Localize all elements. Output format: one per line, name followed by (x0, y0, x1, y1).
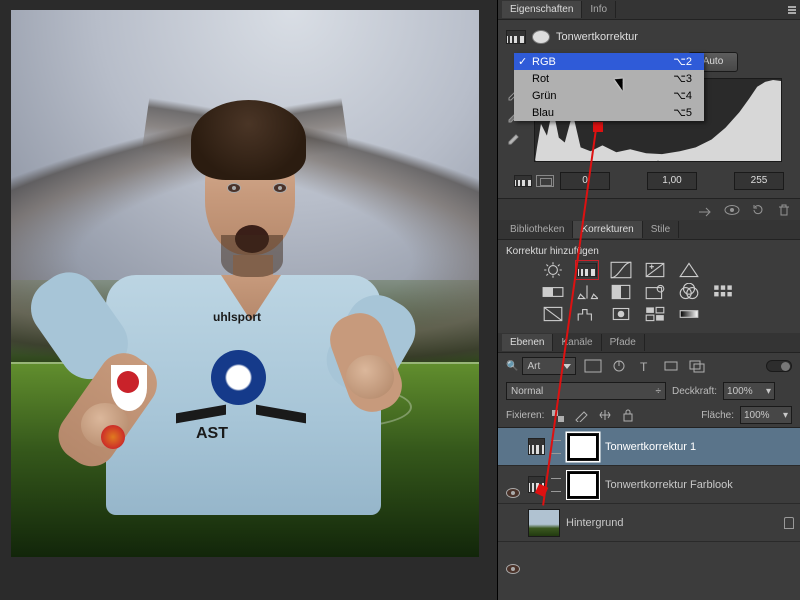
levels-glyph-icon (514, 175, 532, 187)
eye-icon (506, 564, 520, 574)
selective-color-icon[interactable] (644, 305, 666, 323)
tab-styles[interactable]: Stile (643, 221, 679, 238)
channel-option-rgb[interactable]: ✓ RGB ⌥2 (514, 53, 704, 70)
levels-adjust-icon[interactable] (576, 261, 598, 279)
jersey-sponsor: AST (196, 425, 228, 443)
color-balance-icon[interactable] (576, 283, 598, 301)
hue-saturation-icon[interactable] (542, 283, 564, 301)
layer-mask-thumb[interactable] (567, 433, 599, 461)
adjustment-type-icon (528, 438, 545, 455)
panel-menu-icon[interactable] (786, 4, 798, 16)
tab-properties[interactable]: Eigenschaften (502, 1, 582, 18)
mask-icon[interactable] (532, 30, 550, 44)
lock-pixels-icon[interactable] (573, 408, 591, 422)
visibility-icon[interactable] (724, 203, 740, 217)
tab-channels[interactable]: Kanäle (553, 334, 601, 351)
tab-adjustments[interactable]: Korrekturen (573, 221, 642, 238)
filter-type-icon[interactable]: T (636, 359, 654, 373)
search-icon: 🔍 (506, 361, 518, 372)
levels-icon (506, 30, 526, 44)
filter-pixel-icon[interactable] (584, 359, 602, 373)
threshold-icon[interactable] (610, 305, 632, 323)
white-eyedropper-icon[interactable] (506, 129, 522, 145)
black-point-slider[interactable] (534, 160, 540, 162)
jersey-brand: uhlsport (213, 310, 261, 324)
blend-mode-select[interactable]: Normal ÷ (506, 382, 666, 400)
chevron-down-icon (563, 364, 571, 369)
visibility-toggle[interactable] (504, 440, 522, 453)
exposure-icon[interactable] (644, 261, 666, 279)
clip-icon[interactable] (536, 175, 554, 187)
vibrance-icon[interactable] (678, 261, 700, 279)
league-badge (111, 365, 147, 411)
layer-name[interactable]: Tonwertkorrektur 1 (605, 441, 696, 453)
composite-image: uhlsport AST (11, 10, 479, 557)
photo-filter-icon[interactable] (644, 283, 666, 301)
fill-input[interactable]: 100%▾ (740, 406, 792, 424)
filter-adjust-icon[interactable] (610, 359, 628, 373)
reset-icon[interactable] (750, 203, 766, 217)
tab-info[interactable]: Info (582, 1, 616, 18)
club-badge (211, 350, 266, 405)
filter-shape-icon[interactable] (662, 359, 680, 373)
lock-label: Fixieren: (506, 410, 544, 421)
channel-dropdown[interactable]: ✓ RGB ⌥2 Rot ⌥3 Grün ⌥4 (514, 53, 682, 71)
invert-icon[interactable] (542, 305, 564, 323)
color-lookup-icon[interactable] (712, 283, 734, 301)
filter-toggle[interactable] (766, 360, 792, 372)
layer-row[interactable]: Hintergrund (498, 504, 800, 542)
channel-option-red[interactable]: Rot ⌥3 (514, 70, 704, 87)
lock-icon (784, 517, 794, 529)
visibility-toggle[interactable] (504, 516, 522, 529)
annotation-arrow-head (593, 122, 603, 132)
channel-option-blue[interactable]: Blau ⌥5 (514, 104, 704, 121)
mid-point-input[interactable]: 1,00 (647, 172, 697, 190)
lock-position-icon[interactable] (596, 408, 614, 422)
fill-label: Fläche: (701, 410, 734, 421)
svg-text:T: T (640, 360, 648, 373)
tab-paths[interactable]: Pfade (602, 334, 645, 351)
sleeve-sponsor (101, 425, 125, 449)
tab-libraries[interactable]: Bibliotheken (502, 221, 573, 238)
layer-list: Tonwertkorrektur 1 Tonwertkorrektur Farb… (498, 427, 800, 542)
adjustments-heading: Korrektur hinzufügen (506, 246, 792, 257)
mid-point-slider[interactable] (653, 160, 663, 162)
filter-smart-icon[interactable] (688, 359, 706, 373)
sponsor-wings (176, 405, 306, 427)
channel-mixer-icon[interactable] (678, 283, 700, 301)
properties-tabbar: Eigenschaften Info (498, 0, 800, 20)
eye-icon (506, 488, 520, 498)
layer-thumb[interactable] (528, 509, 560, 537)
layer-filter-kind[interactable]: Art (522, 357, 576, 375)
document-canvas[interactable]: uhlsport AST (0, 0, 497, 600)
clip-to-layer-icon[interactable] (698, 203, 714, 217)
posterize-icon[interactable] (576, 305, 598, 323)
black-point-input[interactable]: 0 (560, 172, 610, 190)
opacity-input[interactable]: 100%▾ (723, 382, 775, 400)
adjustment-title: Tonwertkorrektur (556, 31, 638, 43)
curves-icon[interactable] (610, 261, 632, 279)
lock-all-icon[interactable] (619, 408, 637, 422)
gradient-map-icon[interactable] (678, 305, 700, 323)
layer-name[interactable]: Hintergrund (566, 517, 623, 529)
tab-layers[interactable]: Ebenen (502, 334, 553, 351)
white-point-input[interactable]: 255 (734, 172, 784, 190)
opacity-label: Deckkraft: (672, 386, 717, 397)
channel-dropdown-menu: ✓ RGB ⌥2 Rot ⌥3 Grün ⌥4 (514, 53, 704, 121)
channel-option-green[interactable]: Grün ⌥4 (514, 87, 704, 104)
check-icon: ✓ (518, 55, 527, 68)
layer-mask-thumb[interactable] (567, 471, 599, 499)
trash-icon[interactable] (776, 203, 792, 217)
properties-footer (498, 198, 800, 220)
link-icon[interactable] (551, 478, 561, 492)
white-point-slider[interactable] (776, 160, 782, 162)
brightness-contrast-icon[interactable] (542, 261, 564, 279)
black-white-icon[interactable] (610, 283, 632, 301)
layer-name[interactable]: Tonwertkorrektur Farblook (605, 479, 733, 491)
layer-row[interactable]: Tonwertkorrektur 1 (498, 428, 800, 466)
